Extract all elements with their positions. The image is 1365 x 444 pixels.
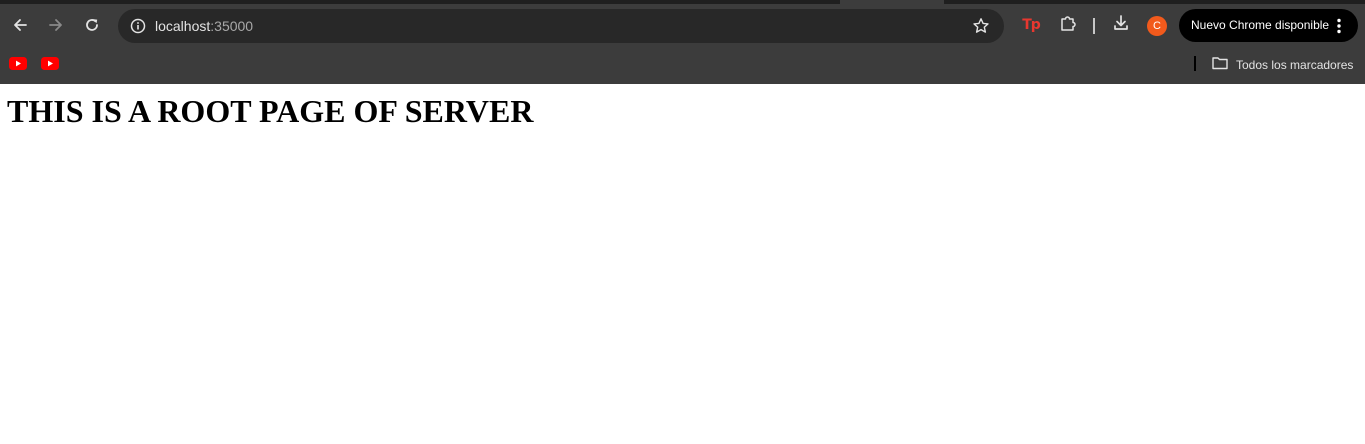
bookmark-youtube-1[interactable] [6,54,30,78]
bookmarks-separator [1194,56,1196,71]
tp-extension-button[interactable]: Tp [1015,9,1047,41]
arrow-right-icon [48,17,64,33]
update-chrome-button[interactable]: Nuevo Chrome disponible [1179,9,1358,42]
downloads-button[interactable] [1105,9,1137,41]
vertical-dots-icon[interactable] [1335,17,1343,35]
youtube-icon [41,57,59,75]
back-button[interactable] [4,9,36,41]
folder-icon [1212,56,1228,75]
extensions-button[interactable] [1052,9,1084,41]
update-chrome-label: Nuevo Chrome disponible [1191,18,1330,32]
info-icon[interactable] [126,14,150,38]
forward-button[interactable] [40,9,72,41]
bookmark-youtube-2[interactable] [38,54,62,78]
page-content: THIS IS A ROOT PAGE OF SERVER [0,84,1365,444]
page-heading: THIS IS A ROOT PAGE OF SERVER [7,93,534,129]
all-bookmarks-label: Todos los marcadores [1236,58,1354,72]
youtube-icon [9,57,27,75]
url-port: :35000 [210,18,254,34]
bookmarks-bar: Todos los marcadores [0,48,1365,84]
url-host: localhost [155,18,211,34]
reload-button[interactable] [76,9,108,41]
download-icon [1112,14,1130,37]
toolbar-separator [1093,18,1095,34]
url-text[interactable]: localhost:35000 [155,17,253,35]
profile-avatar[interactable]: C [1147,16,1167,36]
arrow-left-icon [12,17,28,33]
puzzle-icon [1059,14,1077,37]
address-bar[interactable]: localhost:35000 [118,9,1004,43]
all-bookmarks-button[interactable]: Todos los marcadores [1206,52,1359,78]
star-icon[interactable] [969,14,993,38]
browser-toolbar: localhost:35000 Tp C Nuevo Chrome dispon… [0,4,1365,48]
browser-chrome: localhost:35000 Tp C Nuevo Chrome dispon… [0,0,1365,84]
reload-icon [84,17,100,33]
tp-extension-logo: Tp [1022,17,1041,33]
